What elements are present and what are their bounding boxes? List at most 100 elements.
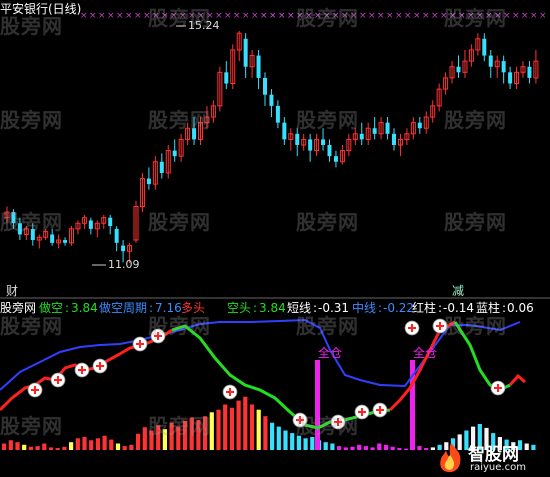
histogram-bar xyxy=(370,447,375,450)
candle-body xyxy=(243,38,248,67)
histogram-bar xyxy=(430,447,435,450)
item7-label: 红柱 xyxy=(412,301,437,315)
candle-body xyxy=(501,61,506,73)
candle-body xyxy=(456,66,461,73)
signal-marker: × xyxy=(368,11,376,21)
watermark: 股旁网 xyxy=(296,108,359,132)
item1-label: 做空 xyxy=(39,301,64,315)
histogram-bar xyxy=(424,448,429,450)
candle-body xyxy=(159,161,164,173)
histogram-bar xyxy=(417,446,422,450)
signal-marker: × xyxy=(251,11,259,21)
histogram-bar xyxy=(270,422,275,450)
item4-colon: : xyxy=(253,301,258,315)
item6-value: -0.22 xyxy=(383,301,415,315)
site-logo[interactable]: 智股网 raiyue.com xyxy=(436,440,548,476)
stock-chart[interactable]: × × × × × × × × × × × × × × × × × × × × × × × × × × × × × × × × × × × × × × × ×… xyxy=(0,0,550,477)
histogram-bar xyxy=(115,443,121,450)
histogram-bar xyxy=(290,433,295,450)
signal-marker: × xyxy=(278,11,286,21)
watermark: 股旁网 xyxy=(296,210,359,234)
candle-body xyxy=(146,178,151,185)
item2-value: 7.16 xyxy=(155,301,182,315)
histogram-bar xyxy=(142,427,147,450)
histogram-bar xyxy=(276,426,281,450)
item7-colon: : xyxy=(438,301,443,315)
histogram-bar xyxy=(48,447,54,450)
item8-colon: : xyxy=(502,301,507,315)
chart-title: 平安银行(日线) xyxy=(0,2,82,16)
histogram-bar xyxy=(75,438,80,450)
candle-body xyxy=(224,72,229,84)
item3-label: 多头 xyxy=(181,301,206,315)
watermark: 股旁网 xyxy=(148,108,211,132)
histogram-bar xyxy=(95,438,100,450)
histogram-bar xyxy=(109,439,114,450)
signal-marker: × xyxy=(512,11,520,21)
signal-marker: × xyxy=(125,11,133,21)
histogram-bar xyxy=(122,446,127,450)
signal-marker: × xyxy=(404,11,412,21)
signal-marker: × xyxy=(377,11,385,21)
candle-body xyxy=(508,72,513,84)
red-line-3 xyxy=(508,373,526,386)
signal-marker: × xyxy=(89,11,97,21)
signal-marker: × xyxy=(287,11,295,21)
histogram-bar xyxy=(2,443,7,450)
item8-value: 0.06 xyxy=(507,301,534,315)
candle-body xyxy=(50,234,55,243)
histogram-bar xyxy=(263,416,268,450)
signal-marker: × xyxy=(242,11,250,21)
histogram-bar xyxy=(377,443,382,450)
signal-marker: × xyxy=(107,11,115,21)
candle-body xyxy=(282,122,287,140)
watermark: 股旁网 xyxy=(0,210,63,234)
histogram-bar xyxy=(35,446,40,450)
histogram-bar xyxy=(102,435,107,450)
watermark: 股旁网 xyxy=(148,414,211,438)
item7-value: -0.14 xyxy=(443,301,475,315)
signal-marker: × xyxy=(413,11,421,21)
cai-marker: 财 xyxy=(6,284,19,298)
item5-label: 短线 xyxy=(287,301,312,315)
candle-body xyxy=(172,150,177,157)
item8-label: 蓝柱 xyxy=(476,301,501,315)
logo-url: raiyue.com xyxy=(470,462,526,473)
signal-marker: × xyxy=(269,11,277,21)
candle-body xyxy=(417,122,422,129)
histogram-bar xyxy=(216,409,221,450)
signal-marker: × xyxy=(521,11,529,21)
item4-label: 空头 xyxy=(227,301,252,315)
histogram-bar xyxy=(283,430,288,450)
item1-colon: : xyxy=(65,301,70,315)
candle-body xyxy=(372,128,377,134)
histogram-bar xyxy=(357,444,362,450)
histogram-bar xyxy=(404,448,409,450)
histogram-bar xyxy=(323,442,328,450)
candle-body xyxy=(321,139,326,145)
candle-body xyxy=(295,133,300,145)
histogram-bar xyxy=(22,444,27,450)
candle-body xyxy=(333,156,338,162)
histogram-bar xyxy=(330,443,335,450)
histogram-bar xyxy=(89,440,94,450)
quancang-label-2: 全仓 xyxy=(413,346,438,360)
watermark: 股旁网 xyxy=(296,6,359,30)
histogram-bar xyxy=(229,407,234,450)
item1-value: 3.84 xyxy=(71,301,98,315)
histogram-bar xyxy=(256,409,261,450)
candle-body xyxy=(263,77,267,95)
high-price-label: 15.24 xyxy=(188,19,220,32)
histogram-bar xyxy=(42,443,47,450)
histogram-bar xyxy=(8,440,13,450)
item6-label: 中线 xyxy=(352,301,377,315)
signal-marker: × xyxy=(395,11,403,21)
signal-marker: × xyxy=(134,11,142,21)
histogram-bar xyxy=(82,437,87,450)
histogram-bar xyxy=(350,446,355,450)
signal-marker: × xyxy=(233,11,241,21)
buy-signal-markers xyxy=(27,318,506,430)
candle-body xyxy=(256,55,261,78)
watermark: 股旁网 xyxy=(444,6,507,30)
signal-marker: × xyxy=(260,11,268,21)
